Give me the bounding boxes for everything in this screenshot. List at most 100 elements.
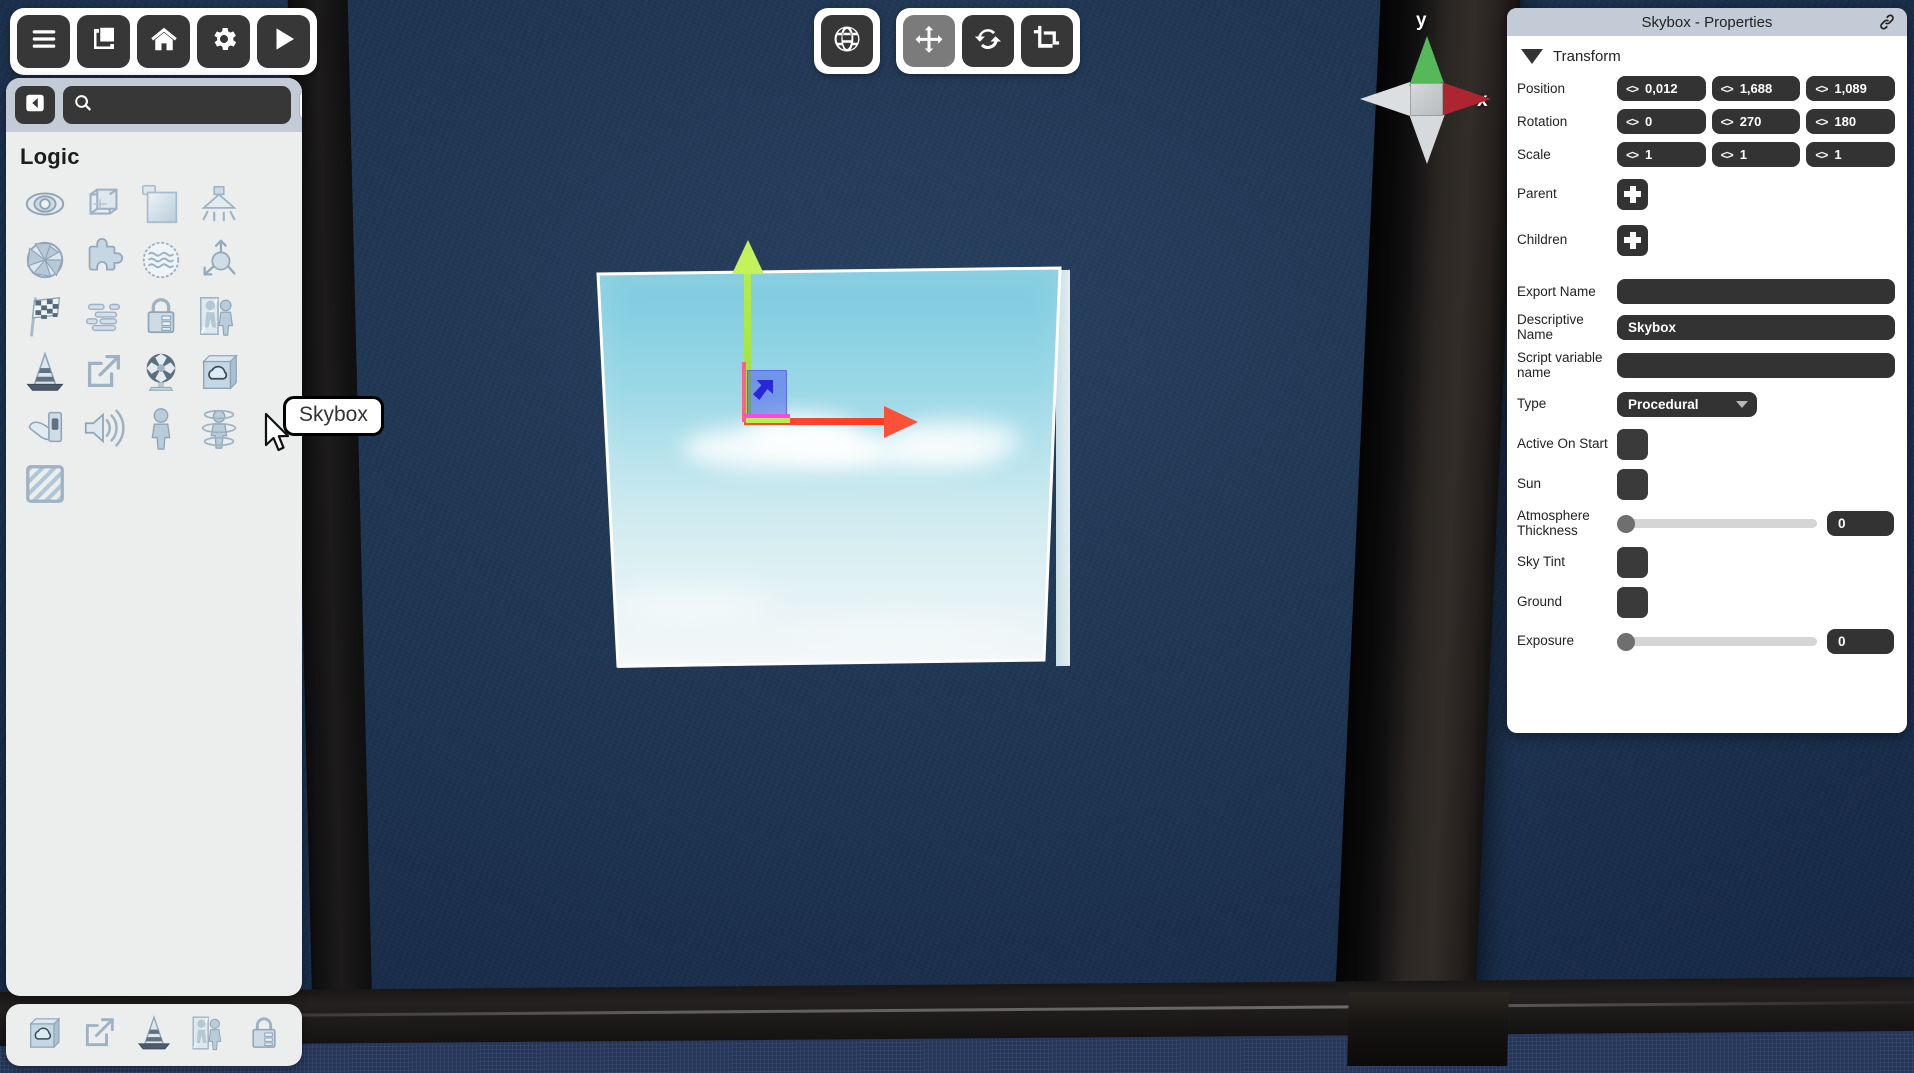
sky-tint-color[interactable] xyxy=(1617,546,1648,578)
property-label: Position xyxy=(1517,80,1566,96)
rotation-z-value: 180 xyxy=(1834,114,1857,129)
hamburger-menu-button[interactable] xyxy=(17,15,70,68)
dock-item-mirror[interactable] xyxy=(186,1012,232,1058)
asset-item-link-out[interactable] xyxy=(74,346,132,402)
active-on-start-toggle[interactable] xyxy=(1617,428,1648,460)
position-z-field[interactable]: <> 1,089 xyxy=(1806,76,1896,101)
gizmo-z-axis[interactable] xyxy=(742,362,746,422)
exposure-value[interactable]: 0 xyxy=(1827,628,1894,654)
collapse-panel-button[interactable] xyxy=(15,86,55,124)
gizmo-y-arrow[interactable] xyxy=(732,240,764,274)
scale-tool-button[interactable] xyxy=(1021,15,1073,67)
dock-item-link-out[interactable] xyxy=(76,1012,122,1058)
translate-gizmo[interactable] xyxy=(732,240,944,444)
asset-item-gravity[interactable] xyxy=(190,234,248,290)
link-button[interactable] xyxy=(1875,10,1899,34)
rotation-y-value: 270 xyxy=(1739,114,1762,129)
drag-handle-icon[interactable]: <> xyxy=(1626,82,1639,96)
rotation-x-field[interactable]: <> 0 xyxy=(1617,109,1706,134)
gizmo-x-arrow[interactable] xyxy=(884,406,918,438)
property-row-script-variable-name: Script variable name xyxy=(1517,347,1895,383)
asset-grid xyxy=(6,178,302,514)
axis-cone-negative-x[interactable] xyxy=(1360,82,1410,116)
axis-cone-y[interactable] xyxy=(1409,36,1445,86)
drag-handle-icon[interactable]: <> xyxy=(1815,82,1828,96)
view-toggle-list[interactable] xyxy=(299,88,302,122)
asset-item-camera[interactable] xyxy=(16,234,74,290)
drag-handle-icon[interactable]: <> xyxy=(1626,148,1639,162)
ground-color[interactable] xyxy=(1617,586,1648,618)
asset-item-finish[interactable] xyxy=(16,290,74,346)
slider-knob[interactable] xyxy=(1617,633,1635,651)
scale-z-field[interactable]: <> 1 xyxy=(1806,142,1896,167)
drag-handle-icon[interactable]: <> xyxy=(1815,148,1828,162)
asset-item-fan[interactable] xyxy=(132,346,190,402)
drag-handle-icon[interactable]: <> xyxy=(1815,115,1828,129)
gizmo-xy-plane-handle[interactable] xyxy=(747,370,787,420)
asset-item-lock[interactable] xyxy=(132,290,190,346)
atmosphere-thickness-slider[interactable] xyxy=(1617,515,1817,533)
scale-y-field[interactable]: <> 1 xyxy=(1711,142,1801,167)
transform-mode-group xyxy=(896,8,1080,74)
asset-item-avatar[interactable] xyxy=(132,402,190,458)
dock-item-lock[interactable] xyxy=(241,1012,287,1058)
hand-press-icon xyxy=(22,405,68,456)
rotate-tool-button[interactable] xyxy=(962,15,1014,67)
property-row-position: Position <> 0,012 <> 1,688 <> 1,089 xyxy=(1517,73,1896,104)
scale-z-value: 1 xyxy=(1834,147,1842,162)
hatched-square-icon xyxy=(22,461,68,512)
settings-button[interactable] xyxy=(197,15,250,68)
asset-item-hatched-plane[interactable] xyxy=(16,458,74,514)
asset-item-skybox[interactable] xyxy=(190,346,248,402)
type-dropdown[interactable]: Procedural xyxy=(1617,391,1757,417)
search-input[interactable] xyxy=(100,97,281,113)
gear-icon xyxy=(209,24,239,59)
asset-item-spawner[interactable] xyxy=(190,178,248,234)
script-variable-name-input[interactable] xyxy=(1617,352,1895,378)
asset-item-sound[interactable] xyxy=(74,402,132,458)
global-space-button[interactable] xyxy=(821,15,873,67)
asset-item-button-press[interactable] xyxy=(16,402,74,458)
descriptive-name-input[interactable]: Skybox xyxy=(1617,314,1895,340)
drag-handle-icon[interactable]: <> xyxy=(1721,115,1734,129)
asset-item-orbit-avatar[interactable] xyxy=(190,402,248,458)
rotation-y-field[interactable]: <> 270 xyxy=(1711,109,1801,134)
slider-knob[interactable] xyxy=(1617,515,1635,533)
add-parent-button[interactable] xyxy=(1617,178,1648,210)
asset-item-bounding-box[interactable] xyxy=(74,178,132,234)
play-icon xyxy=(269,24,299,59)
asset-item-mirror[interactable] xyxy=(190,290,248,346)
add-child-button[interactable] xyxy=(1617,224,1648,256)
asset-item-cone[interactable] xyxy=(16,346,74,402)
drag-handle-icon[interactable]: <> xyxy=(1721,82,1734,96)
property-label: Script variable name xyxy=(1517,349,1603,380)
dock-item-skybox[interactable] xyxy=(21,1012,67,1058)
play-button[interactable] xyxy=(257,15,310,68)
atmosphere-thickness-value[interactable]: 0 xyxy=(1827,510,1894,536)
asset-item-eye[interactable] xyxy=(16,178,74,234)
rotation-z-field[interactable]: <> 180 xyxy=(1806,109,1896,134)
transform-section-toggle[interactable]: Transform xyxy=(1517,42,1895,73)
search-field[interactable] xyxy=(63,86,291,124)
sun-toggle[interactable] xyxy=(1617,468,1648,500)
position-x-field[interactable]: <> 0,012 xyxy=(1617,76,1706,101)
axis-cone-negative-y[interactable] xyxy=(1409,114,1445,164)
position-y-field[interactable]: <> 1,688 xyxy=(1711,76,1801,101)
drag-handle-icon[interactable]: <> xyxy=(1721,148,1734,162)
translate-tool-button[interactable] xyxy=(903,15,955,67)
asset-item-speed-lines[interactable] xyxy=(74,290,132,346)
export-name-input[interactable] xyxy=(1617,279,1895,304)
drag-handle-icon[interactable]: <> xyxy=(1626,115,1639,129)
asset-item-plugin[interactable] xyxy=(74,234,132,290)
axis-gizmo-center[interactable] xyxy=(1410,83,1443,116)
exposure-slider[interactable] xyxy=(1617,633,1817,651)
scale-x-field[interactable]: <> 1 xyxy=(1617,142,1706,167)
home-button[interactable] xyxy=(137,15,190,68)
axis-cone-x[interactable] xyxy=(1441,82,1491,116)
view-axis-gizmo[interactable]: y x xyxy=(1352,8,1502,164)
asset-item-water[interactable] xyxy=(132,234,190,290)
dock-item-cone[interactable] xyxy=(131,1012,177,1058)
orbit-person-icon xyxy=(196,405,242,456)
scene-panel-button[interactable] xyxy=(77,15,130,68)
asset-item-plane[interactable] xyxy=(132,178,190,234)
